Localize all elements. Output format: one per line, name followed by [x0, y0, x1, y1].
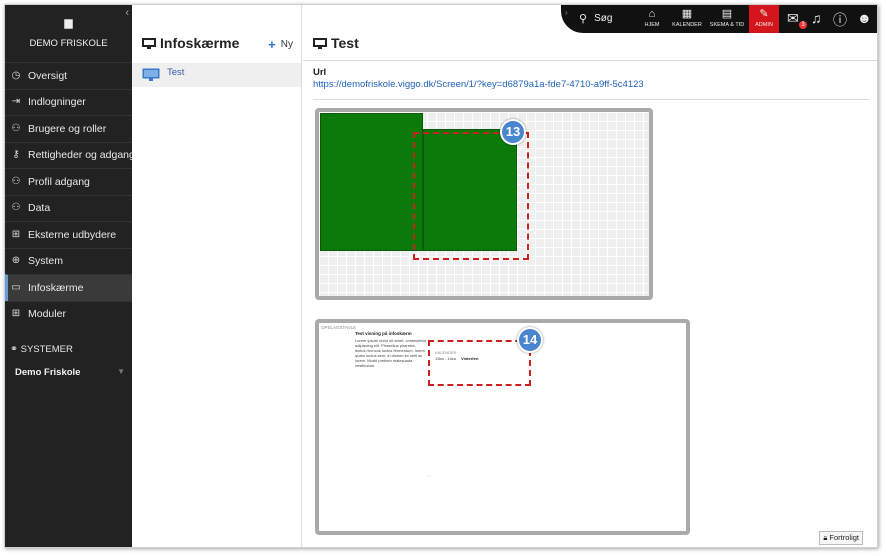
systems-heading: ⚭ SYSTEMER [5, 344, 73, 355]
page-title: Test [313, 35, 359, 51]
sidebar-item-rettigheder[interactable]: ⚷ Rettigheder og adgang [5, 141, 132, 169]
preview-footer-mark: ·‥ [427, 473, 432, 478]
list-title: Infoskærme [142, 35, 239, 51]
divider [313, 99, 869, 100]
school-name: DEMO FRISKOLE [29, 38, 108, 49]
sidebar-item-label: Eksterne udbydere [28, 228, 117, 241]
data-icon: ⚇ [11, 202, 21, 214]
callout-number: 13 [500, 119, 526, 145]
main-content: Test Url https://demofriskole.viggo.dk/S… [303, 5, 877, 547]
preview-title: Test visning på infoskærm [355, 331, 412, 336]
new-button-label: Ny [280, 39, 293, 50]
page-title-text: Test [331, 35, 359, 51]
divider [303, 60, 877, 61]
sidebar-item-label: System [28, 255, 64, 268]
key-icon: ⚷ [12, 149, 20, 161]
sidebar-item-label: Rettigheder og adgang [28, 149, 132, 162]
callout-number: 14 [517, 327, 543, 353]
system-name: Demo Friskole [15, 367, 81, 378]
sidebar-item-label: Data [28, 202, 51, 215]
sidebar-item-infoskaerme[interactable]: ▭ Infoskærme [5, 274, 132, 301]
sidebar-item-eksterne[interactable]: ⊞ Eksterne udbydere [5, 221, 132, 248]
sidebar-item-label: Brugere og roller [28, 122, 107, 135]
sidebar-item-profil[interactable]: ⚇ Profil adgang [5, 168, 132, 195]
zone-label: ‥‥‥ [324, 116, 335, 122]
plus-icon: + [268, 37, 276, 52]
sidebar-item-label: Profil adgang [28, 175, 90, 188]
monitor-icon: ▭ [11, 281, 21, 293]
list-title-text: Infoskærme [160, 35, 240, 51]
sidebar-item-data[interactable]: ⚇ Data [5, 194, 132, 222]
sidebar-item-system[interactable]: ⊕ System [5, 247, 132, 275]
sidebar-item-brugere[interactable]: ⚇ Brugere og roller [5, 115, 132, 142]
profile-users-icon: ⚇ [11, 175, 21, 187]
modules-icon: ⊞ [11, 308, 21, 320]
monitor-icon [142, 68, 160, 81]
screen-url-link[interactable]: https://demofriskole.viggo.dk/Screen/1/?… [313, 79, 644, 90]
chevron-down-icon: ▼ [117, 367, 125, 376]
infoscreen-list-panel: Infoskærme + Ny Test [132, 5, 302, 547]
confidential-badge[interactable]: 🔒︎ Fortroligt [819, 531, 863, 545]
monitor-icon [142, 37, 156, 49]
callout-box [428, 340, 531, 386]
sidebar-item-label: Indlogninger [28, 96, 86, 109]
app-window: ‹ DEMO FRISKOLE ◷ Oversigt ⇥ Indlogninge… [4, 4, 878, 548]
collapse-sidebar-icon[interactable]: ‹ [125, 7, 129, 19]
preview-section-label: OPSLAGSTAVLE [321, 325, 357, 330]
url-label: Url [313, 67, 327, 78]
sidebar: ‹ DEMO FRISKOLE ◷ Oversigt ⇥ Indlogninge… [5, 5, 132, 547]
system-selector[interactable]: Demo Friskole ▼ [15, 367, 125, 378]
sidebar-item-label: Moduler [28, 308, 66, 321]
school-logo [5, 19, 132, 32]
dashboard-icon: ◷ [11, 69, 21, 81]
new-button[interactable]: + Ny [268, 37, 293, 52]
sidebar-item-indlogninger[interactable]: ⇥ Indlogninger [5, 88, 132, 116]
sidebar-menu: ◷ Oversigt ⇥ Indlogninger ⚇ Brugere og r… [5, 62, 132, 327]
link-icon: ⚭ [10, 344, 18, 355]
sidebar-item-label: Infoskærme [28, 281, 84, 294]
monitor-icon [313, 37, 327, 49]
preview-body: Lorem ipsum dolor sit amet, consectetur … [355, 338, 427, 368]
list-item-label: Test [167, 67, 185, 78]
sidebar-item-moduler[interactable]: ⊞ Moduler [5, 300, 132, 328]
users-icon: ⚇ [11, 122, 21, 134]
login-icon: ⇥ [11, 96, 21, 108]
list-item[interactable]: Test [132, 63, 301, 87]
confidential-label: Fortroligt [829, 533, 859, 542]
sidebar-item-oversigt[interactable]: ◷ Oversigt [5, 62, 132, 89]
lock-icon: 🔒︎ [823, 533, 828, 542]
callout-box [413, 132, 529, 260]
systems-label: SYSTEMER [20, 344, 73, 355]
sidebar-item-label: Oversigt [28, 69, 68, 82]
external-icon: ⊞ [11, 228, 21, 240]
layout-zone: ‥‥‥ [320, 113, 423, 251]
globe-icon: ⊕ [11, 255, 21, 267]
